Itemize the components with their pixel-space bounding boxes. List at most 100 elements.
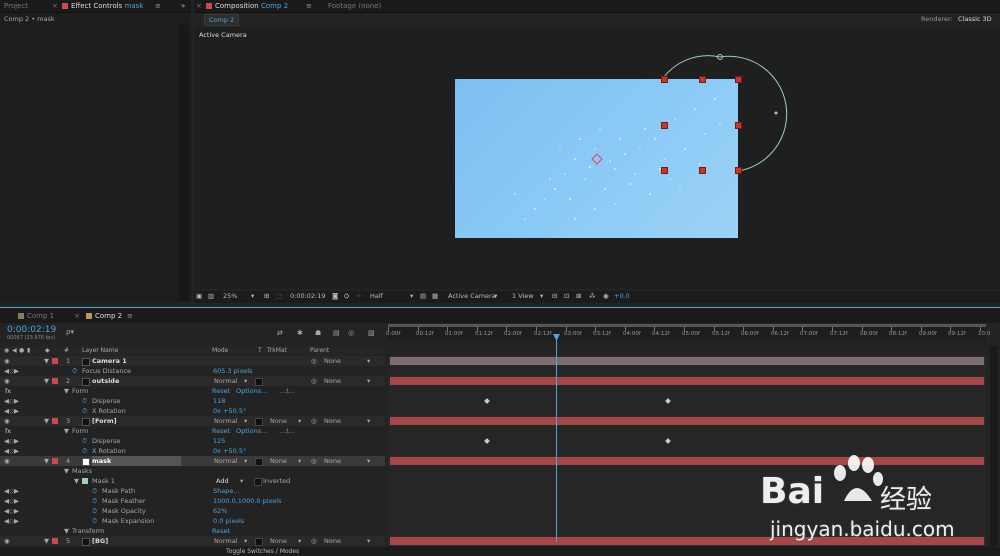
channel-icon[interactable]: ⁘: [356, 291, 361, 301]
tab-project[interactable]: Project: [4, 0, 28, 12]
layer-row[interactable]: ◉ ▼ 3 [Form] Normal ▾ None ▾ ◎ None ▾: [0, 416, 385, 426]
keyframe-nav-icon[interactable]: ◀◇▶: [4, 516, 19, 526]
view-camera-select[interactable]: Active Camera: [448, 291, 496, 301]
tab-comp-2[interactable]: Comp 2: [86, 310, 122, 322]
property-row[interactable]: ▼ fx Form Reset Options... ...t...: [0, 386, 385, 396]
viewer-area[interactable]: Active Camera: [194, 27, 1000, 289]
expand-arrow-icon[interactable]: ▼: [44, 416, 49, 426]
stopwatch-icon[interactable]: ⏱: [82, 406, 87, 416]
region-icon[interactable]: ▥: [208, 291, 214, 301]
property-value[interactable]: 0x +50.5°: [213, 406, 246, 416]
parent-select[interactable]: None: [324, 536, 341, 546]
eye-icon[interactable]: ◉: [4, 536, 10, 546]
inverted-checkbox[interactable]: [254, 478, 262, 486]
stopwatch-icon[interactable]: ⏱: [82, 436, 87, 446]
mask-vertex-handle[interactable]: [661, 122, 668, 129]
expand-arrow-icon[interactable]: ▼: [44, 536, 49, 546]
stopwatch-icon[interactable]: ⏱: [72, 366, 77, 376]
property-value[interactable]: 1000.0,1000.0 pixels: [213, 496, 281, 506]
keyframe-nav-icon[interactable]: ◀◇▶: [4, 446, 19, 456]
column-mode[interactable]: Mode: [212, 346, 228, 355]
layer-duration-bar[interactable]: [390, 417, 984, 425]
keyframe-marker[interactable]: [665, 438, 671, 444]
options-link[interactable]: Options...: [236, 426, 267, 436]
layer-name[interactable]: mask: [92, 456, 182, 466]
property-value[interactable]: 605.3 pixels: [213, 366, 252, 376]
eye-icon[interactable]: ◉: [4, 356, 10, 366]
lock-icon[interactable]: ▮: [27, 346, 30, 355]
property-value[interactable]: 125: [213, 436, 225, 446]
property-row[interactable]: ◀◇▶ ⏱ X Rotation 0x +50.5°: [0, 406, 385, 416]
current-time-indicator[interactable]: [556, 337, 557, 542]
parent-pickwhip-icon[interactable]: ◎: [311, 416, 317, 426]
toggle-switches-modes[interactable]: Toggle Switches / Modes: [226, 548, 299, 555]
close-icon[interactable]: ×: [74, 310, 80, 322]
keyframe-nav-icon[interactable]: ◀◇▶: [4, 486, 19, 496]
snapshot-icon[interactable]: ◙: [332, 291, 338, 301]
tab-comp-1[interactable]: Comp 1: [18, 310, 54, 322]
label-color-swatch[interactable]: [52, 418, 58, 424]
stopwatch-icon[interactable]: ⏱: [92, 516, 97, 526]
layer-row[interactable]: ◉ ▼ 2 outside Normal ▾ ◎ None ▾: [0, 376, 385, 386]
options-link[interactable]: Options...: [236, 386, 267, 396]
mask-vertex-handle[interactable]: [735, 122, 742, 129]
expand-arrow-icon[interactable]: ▼: [64, 426, 69, 436]
property-row[interactable]: ▼ Masks: [0, 466, 385, 476]
expand-arrow-icon[interactable]: ▼: [44, 376, 49, 386]
flowchart-icon[interactable]: ⁂: [589, 291, 596, 301]
draft-3d-icon[interactable]: ✱: [297, 329, 303, 337]
chevron-down-icon[interactable]: ▾: [244, 456, 247, 466]
parent-pickwhip-icon[interactable]: ◎: [311, 376, 317, 386]
expand-panels-icon[interactable]: »: [181, 0, 185, 12]
layer-row[interactable]: ◉ ▼ 5 [BG] Normal ▾ None ▾ ◎ None ▾: [0, 536, 385, 546]
tab-footage[interactable]: Footage (none): [328, 0, 381, 12]
property-row[interactable]: ◀◇▶ ⏱ Disperse 118: [0, 396, 385, 406]
close-icon[interactable]: ×: [52, 0, 58, 12]
column-parent[interactable]: Parent: [310, 346, 329, 355]
property-row[interactable]: ◀◇▶ ⏱ Disperse 125: [0, 436, 385, 446]
parent-select[interactable]: None: [324, 356, 341, 366]
property-row[interactable]: ◀◇▶ ⏱ Mask Path Shape...: [0, 486, 385, 496]
layer-row[interactable]: ◉ ▼ 1 Camera 1 ◎ None ▾: [0, 356, 385, 366]
stopwatch-icon[interactable]: ⏱: [92, 486, 97, 496]
label-color-swatch[interactable]: [52, 378, 58, 384]
keyframe-nav-icon[interactable]: ◀◇▶: [4, 436, 19, 446]
reset-link[interactable]: Reset: [212, 526, 230, 536]
layer-name[interactable]: Camera 1: [92, 356, 127, 366]
column-layer-name[interactable]: Layer Name: [82, 346, 118, 355]
renderer-value[interactable]: Classic 3D: [958, 15, 992, 23]
parent-select[interactable]: None: [324, 376, 341, 386]
parent-pickwhip-icon[interactable]: ◎: [311, 456, 317, 466]
layer-mode-select[interactable]: Normal: [214, 416, 238, 426]
chevron-down-icon[interactable]: ▾: [494, 291, 497, 301]
eye-icon[interactable]: ◉: [4, 456, 10, 466]
mask-vertex-handle[interactable]: [661, 167, 668, 174]
chevron-down-icon[interactable]: ▾: [367, 416, 370, 426]
motion-blur-icon[interactable]: ◎: [348, 329, 354, 337]
preserve-transparency-box[interactable]: [255, 538, 263, 546]
extra-link[interactable]: ...t...: [280, 386, 295, 396]
label-color-swatch[interactable]: [52, 358, 58, 364]
keyframe-marker[interactable]: [484, 438, 490, 444]
mask-color-swatch[interactable]: [82, 478, 88, 484]
chevron-down-icon[interactable]: ▾: [244, 376, 247, 386]
property-row[interactable]: ◀◇▶ ⏱ X Rotation 0x +50.5°: [0, 446, 385, 456]
property-row[interactable]: ◀◇▶ ⏱ Focus Distance 605.3 pixels: [0, 366, 385, 376]
work-area-bar[interactable]: [388, 324, 986, 327]
eye-icon[interactable]: ◉: [4, 376, 10, 386]
exposure-value[interactable]: +0.0: [614, 291, 630, 301]
keyframe-nav-icon[interactable]: ◀◇▶: [4, 366, 19, 376]
comp-subtab[interactable]: Comp 2: [204, 14, 240, 26]
mask-name[interactable]: Mask 1: [92, 476, 115, 486]
chevron-down-icon[interactable]: ▾: [244, 416, 247, 426]
viewer-timecode[interactable]: 0:00:02:19: [290, 291, 326, 301]
property-value[interactable]: 62%: [213, 506, 227, 516]
chevron-down-icon[interactable]: ▾: [367, 356, 370, 366]
parent-pickwhip-icon[interactable]: ◎: [311, 536, 317, 546]
mask-mode-select[interactable]: Add: [216, 476, 229, 486]
mask-visibility-icon[interactable]: ⬚: [276, 291, 282, 301]
solo-icon[interactable]: ●: [19, 346, 24, 355]
close-icon[interactable]: ×: [196, 0, 202, 12]
mask-vertex-handle[interactable]: [699, 167, 706, 174]
keyframe-marker[interactable]: [665, 398, 671, 404]
